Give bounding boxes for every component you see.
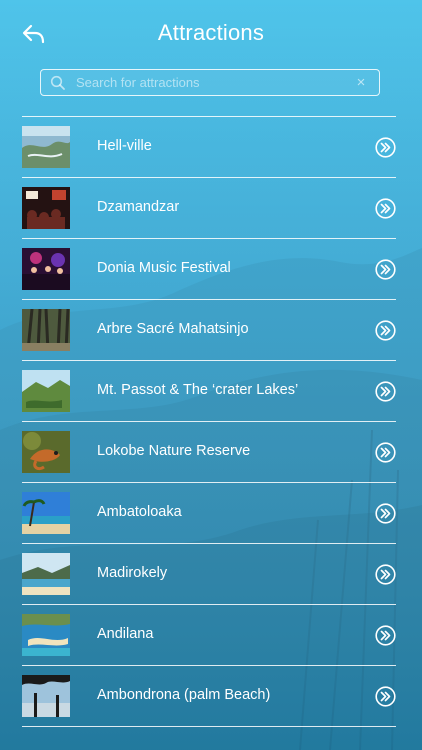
- attractions-list: Hell-ville Dzamandzar Donia Music Festival…: [22, 116, 396, 727]
- list-item-label: Andilana: [97, 626, 154, 642]
- double-chevron-right-icon: [375, 198, 396, 219]
- header-bar: Attractions: [0, 0, 422, 64]
- list-item[interactable]: Lokobe Nature Reserve: [22, 422, 396, 483]
- concert-stage-thumbnail: [22, 248, 70, 290]
- open-attraction-button[interactable]: [375, 259, 396, 280]
- page-title: Attractions: [157, 20, 265, 45]
- list-item[interactable]: Mt. Passot & The ‘crater Lakes’: [22, 361, 396, 422]
- list-item-label: Mt. Passot & The ‘crater Lakes’: [97, 382, 299, 398]
- attractions-screen: Attractions × Hell-ville Dzamandzar Donia …: [0, 0, 422, 750]
- search-bar: ×: [40, 69, 380, 96]
- double-chevron-right-icon: [375, 442, 396, 463]
- list-item[interactable]: Dzamandzar: [22, 178, 396, 239]
- list-item[interactable]: Ambondrona (palm Beach): [22, 666, 396, 727]
- list-item-label: Dzamandzar: [97, 199, 180, 215]
- clear-icon: ×: [356, 74, 366, 91]
- search-input[interactable]: [76, 70, 349, 95]
- list-item-label: Donia Music Festival: [97, 260, 231, 276]
- open-attraction-button[interactable]: [375, 198, 396, 219]
- search-icon: [50, 75, 65, 90]
- list-item-label: Madirokely: [97, 565, 168, 581]
- list-item-label: Arbre Sacré Mahatsinjo: [97, 321, 249, 337]
- open-attraction-button[interactable]: [375, 381, 396, 402]
- list-item[interactable]: Arbre Sacré Mahatsinjo: [22, 300, 396, 361]
- aerial-coast-thumbnail: [22, 126, 70, 168]
- list-item[interactable]: Madirokely: [22, 544, 396, 605]
- list-item-label: Hell-ville: [97, 138, 152, 154]
- open-attraction-button[interactable]: [375, 320, 396, 341]
- open-attraction-button[interactable]: [375, 442, 396, 463]
- mountain-lake-thumbnail: [22, 370, 70, 412]
- beach-palms-thumbnail: [22, 492, 70, 534]
- sacred-tree-thumbnail: [22, 309, 70, 351]
- open-attraction-button[interactable]: [375, 137, 396, 158]
- double-chevron-right-icon: [375, 320, 396, 341]
- list-item[interactable]: Andilana: [22, 605, 396, 666]
- list-item-label: Lokobe Nature Reserve: [97, 443, 251, 459]
- bay-hills-thumbnail: [22, 553, 70, 595]
- clear-button[interactable]: ×: [349, 71, 373, 95]
- night-crowd-thumbnail: [22, 187, 70, 229]
- double-chevron-right-icon: [375, 137, 396, 158]
- double-chevron-right-icon: [375, 259, 396, 280]
- list-item[interactable]: Ambatoloaka: [22, 483, 396, 544]
- list-item-label: Ambondrona (palm Beach): [97, 687, 271, 703]
- sandbar-beach-thumbnail: [22, 614, 70, 656]
- double-chevron-right-icon: [375, 686, 396, 707]
- open-attraction-button[interactable]: [375, 503, 396, 524]
- list-item[interactable]: Donia Music Festival: [22, 239, 396, 300]
- open-attraction-button[interactable]: [375, 625, 396, 646]
- sunset-palms-thumbnail: [22, 675, 70, 717]
- double-chevron-right-icon: [375, 381, 396, 402]
- double-chevron-right-icon: [375, 503, 396, 524]
- list-item[interactable]: Hell-ville: [22, 117, 396, 178]
- double-chevron-right-icon: [375, 564, 396, 585]
- list-item-label: Ambatoloaka: [97, 504, 182, 520]
- open-attraction-button[interactable]: [375, 686, 396, 707]
- chameleon-thumbnail: [22, 431, 70, 473]
- open-attraction-button[interactable]: [375, 564, 396, 585]
- double-chevron-right-icon: [375, 625, 396, 646]
